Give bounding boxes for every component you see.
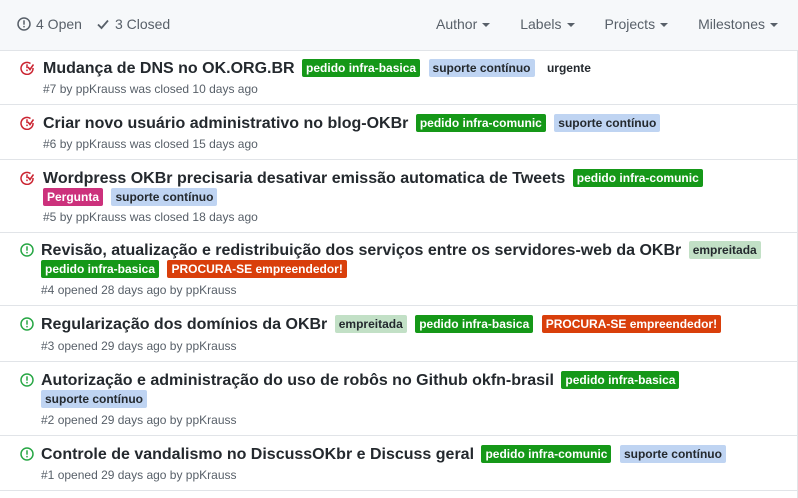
issue-closed-icon: [20, 116, 34, 130]
projects-filter-label: Projects: [604, 16, 656, 32]
milestones-filter-dropdown[interactable]: Milestones: [698, 16, 778, 32]
issue-opened-icon: [20, 447, 34, 461]
label-empreitada[interactable]: empreitada: [688, 241, 761, 259]
issue-meta: #5 by ppKrauss was closed 18 days ago: [43, 210, 258, 224]
label-suporte-continuo[interactable]: suporte contínuo: [41, 390, 147, 408]
issue-row[interactable]: Mudança de DNS no OK.ORG.BR pedido infra…: [0, 51, 798, 105]
issue-number[interactable]: #5: [43, 210, 56, 224]
issue-number[interactable]: #7: [43, 82, 56, 96]
label-pedido-infra-comunic[interactable]: pedido infra-comunic: [481, 445, 612, 463]
issue-content: Criar novo usuário administrativo no blo…: [43, 113, 794, 135]
closed-count-label: 3 Closed: [114, 16, 171, 32]
label-suporte-continuo[interactable]: suporte contínuo: [428, 59, 535, 77]
filter-bar: Author Labels Projects Milestones: [406, 16, 778, 32]
issue-title-link[interactable]: Revisão, atualização e redistribuição do…: [41, 242, 681, 259]
issue-content: Regularização dos domínios da OKBr empre…: [41, 314, 794, 336]
issue-meta-text: opened 29 days ago by ppKrauss: [57, 468, 237, 482]
author-filter-label: Author: [435, 16, 478, 32]
label-pedido-infra-comunic[interactable]: pedido infra-comunic: [572, 169, 703, 187]
issue-row[interactable]: Wordpress OKBr precisaria desativar emis…: [0, 160, 798, 233]
issue-row[interactable]: Regularização dos domínios da OKBr empre…: [0, 306, 798, 362]
check-icon: [97, 19, 109, 30]
issues-list-header: 4 Open 3 Closed Author Labels Projects M…: [0, 0, 798, 51]
milestones-filter-label: Milestones: [698, 16, 765, 32]
issue-meta-text: by ppKrauss was closed 18 days ago: [59, 210, 258, 224]
label-pedido-infra-basica[interactable]: pedido infra-basica: [302, 59, 421, 77]
issue-content: Controle de vandalismo no DiscussOKbr e …: [41, 444, 794, 466]
labels-filter-label: Labels: [520, 16, 562, 32]
issue-content: Revisão, atualização e redistribuição do…: [41, 240, 794, 281]
label-urgente[interactable]: urgente: [542, 59, 595, 77]
issue-title-line: Criar novo usuário administrativo no blo…: [43, 113, 794, 135]
issues-panel: 4 Open 3 Closed Author Labels Projects M…: [0, 0, 798, 498]
issue-opened-icon: [20, 373, 34, 387]
issue-title-line: Mudança de DNS no OK.ORG.BR pedido infra…: [43, 58, 794, 80]
issue-title-line: Controle de vandalismo no DiscussOKbr e …: [41, 444, 794, 466]
issue-meta: #4 opened 28 days ago by ppKrauss: [41, 283, 237, 297]
issue-content: Wordpress OKBr precisaria desativar emis…: [43, 168, 794, 209]
issue-meta-text: by ppKrauss was closed 10 days ago: [59, 82, 258, 96]
issue-number[interactable]: #3: [41, 339, 54, 353]
issue-number[interactable]: #4: [41, 283, 54, 297]
issue-opened-icon: [17, 17, 31, 31]
caret-down-icon: [660, 22, 669, 27]
issue-closed-icon: [20, 171, 34, 185]
label-pedido-infra-comunic[interactable]: pedido infra-comunic: [415, 114, 546, 132]
author-filter-dropdown[interactable]: Author: [435, 16, 491, 32]
issue-title-link[interactable]: Controle de vandalismo no DiscussOKbr e …: [41, 446, 474, 463]
issue-state-toggle: 4 Open 3 Closed: [17, 16, 184, 32]
issue-row[interactable]: Autorização e administração do uso de ro…: [0, 362, 798, 436]
issue-meta-text: by ppKrauss was closed 15 days ago: [59, 137, 258, 151]
issue-opened-icon: [20, 243, 34, 257]
caret-down-icon: [566, 22, 575, 27]
issues-list: Mudança de DNS no OK.ORG.BR pedido infra…: [0, 51, 798, 491]
labels-filter-dropdown[interactable]: Labels: [520, 16, 575, 32]
label-pedido-infra-basica[interactable]: pedido infra-basica: [41, 260, 160, 278]
issue-title-line: Autorização e administração do uso de ro…: [41, 370, 794, 392]
issue-row[interactable]: Controle de vandalismo no DiscussOKbr e …: [0, 436, 798, 491]
issue-number[interactable]: #6: [43, 137, 56, 151]
issue-meta-text: opened 28 days ago by ppKrauss: [57, 283, 237, 297]
issue-meta-text: opened 29 days ago by ppKrauss: [57, 413, 237, 427]
issue-content: Mudança de DNS no OK.ORG.BR pedido infra…: [43, 58, 794, 80]
issue-title-line: Regularização dos domínios da OKBr empre…: [41, 314, 794, 336]
issue-closed-icon: [20, 61, 34, 75]
label-empreitada[interactable]: empreitada: [334, 315, 407, 333]
issue-title-link[interactable]: Regularização dos domínios da OKBr: [41, 316, 327, 333]
issue-number[interactable]: #2: [41, 413, 54, 427]
issue-opened-icon: [20, 317, 34, 331]
label-pedido-infra-basica[interactable]: pedido infra-basica: [415, 315, 534, 333]
issue-meta: #3 opened 29 days ago by ppKrauss: [41, 339, 237, 353]
projects-filter-dropdown[interactable]: Projects: [605, 16, 669, 32]
issue-meta: #7 by ppKrauss was closed 10 days ago: [43, 82, 258, 96]
closed-issues-filter[interactable]: 3 Closed: [96, 16, 170, 32]
label-procura-se-empreendedor[interactable]: PROCURA-SE empreendedor!: [541, 315, 722, 333]
issue-row[interactable]: Criar novo usuário administrativo no blo…: [0, 105, 798, 160]
issue-meta: #6 by ppKrauss was closed 15 days ago: [43, 137, 258, 151]
open-issues-filter[interactable]: 4 Open: [17, 16, 82, 32]
label-suporte-continuo[interactable]: suporte contínuo: [554, 114, 661, 132]
issue-title-link[interactable]: Wordpress OKBr precisaria desativar emis…: [43, 170, 565, 187]
label-pedido-infra-basica[interactable]: pedido infra-basica: [561, 371, 680, 389]
label-procura-se-empreendedor[interactable]: PROCURA-SE empreendedor!: [167, 260, 347, 278]
issue-labels-line: Pergunta suporte contínuo: [43, 187, 794, 209]
issue-row[interactable]: Revisão, atualização e redistribuição do…: [0, 233, 798, 306]
caret-down-icon: [482, 22, 491, 27]
label-suporte-continuo[interactable]: suporte contínuo: [111, 188, 218, 206]
issue-labels-line: pedido infra-basica PROCURA-SE empreende…: [41, 259, 794, 281]
issue-title-link[interactable]: Criar novo usuário administrativo no blo…: [43, 115, 408, 132]
issue-content: Autorização e administração do uso de ro…: [41, 370, 794, 411]
issue-meta-text: opened 29 days ago by ppKrauss: [57, 339, 237, 353]
label-pergunta[interactable]: Pergunta: [43, 188, 104, 206]
label-suporte-continuo[interactable]: suporte contínuo: [619, 445, 726, 463]
issue-title-link[interactable]: Autorização e administração do uso de ro…: [41, 372, 554, 389]
issue-meta: #1 opened 29 days ago by ppKrauss: [41, 468, 237, 482]
issue-labels-line: suporte contínuo: [41, 389, 794, 411]
issue-title-link[interactable]: Mudança de DNS no OK.ORG.BR: [43, 60, 295, 77]
open-count-label: 4 Open: [36, 16, 82, 32]
issue-meta: #2 opened 29 days ago by ppKrauss: [41, 413, 237, 427]
caret-down-icon: [770, 22, 778, 27]
issue-number[interactable]: #1: [41, 468, 54, 482]
